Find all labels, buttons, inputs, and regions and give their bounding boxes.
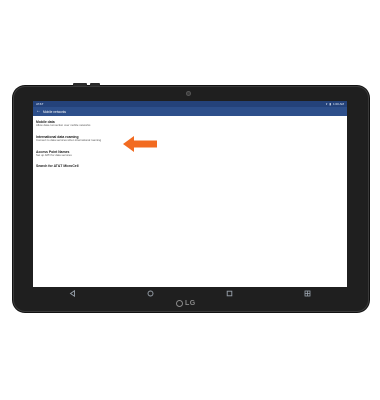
highlight-arrow-icon (123, 136, 157, 152)
lg-logo-icon (176, 300, 183, 307)
app-bar: ← Mobile networks (33, 107, 347, 116)
recents-icon[interactable] (224, 288, 234, 298)
page-title: Mobile networks (43, 109, 67, 114)
setting-mobile-data[interactable]: Mobile data Allow data connection over m… (36, 120, 344, 128)
setting-subtitle: Set up APN for data services (36, 152, 72, 157)
brand-label: LG (185, 300, 196, 307)
back-icon[interactable] (67, 288, 77, 298)
carrier-label: AT&T (36, 102, 44, 106)
battery-icon: ▮ (329, 101, 331, 106)
setting-subtitle: Allow data connection over mobile networ… (36, 123, 91, 128)
wifi-icon: ▾ (325, 101, 328, 106)
dual-window-icon[interactable] (303, 288, 313, 298)
volume-button (73, 83, 87, 86)
home-icon[interactable] (146, 288, 156, 298)
setting-access-point-names[interactable]: Access Point Names Set up APN for data s… (36, 150, 344, 158)
screen: AT&T ▾ ▮ 1:00 AM ← Mobile networks Mobil… (33, 101, 347, 287)
back-arrow-icon[interactable]: ← (36, 109, 41, 114)
setting-subtitle: Connect to data services when internatio… (36, 138, 102, 142)
navigation-bar (33, 287, 347, 299)
setting-search-microcell[interactable]: Search for AT&T MicroCell (36, 164, 344, 168)
setting-title: Search for AT&T MicroCell (36, 164, 79, 169)
front-camera (186, 91, 191, 96)
volume-button-secondary (90, 83, 100, 86)
settings-list: Mobile data Allow data connection over m… (33, 116, 347, 180)
lg-logo: LG (176, 300, 196, 307)
setting-international-roaming[interactable]: International data roaming Connect to da… (36, 135, 344, 143)
clock: 1:00 AM (332, 102, 344, 106)
